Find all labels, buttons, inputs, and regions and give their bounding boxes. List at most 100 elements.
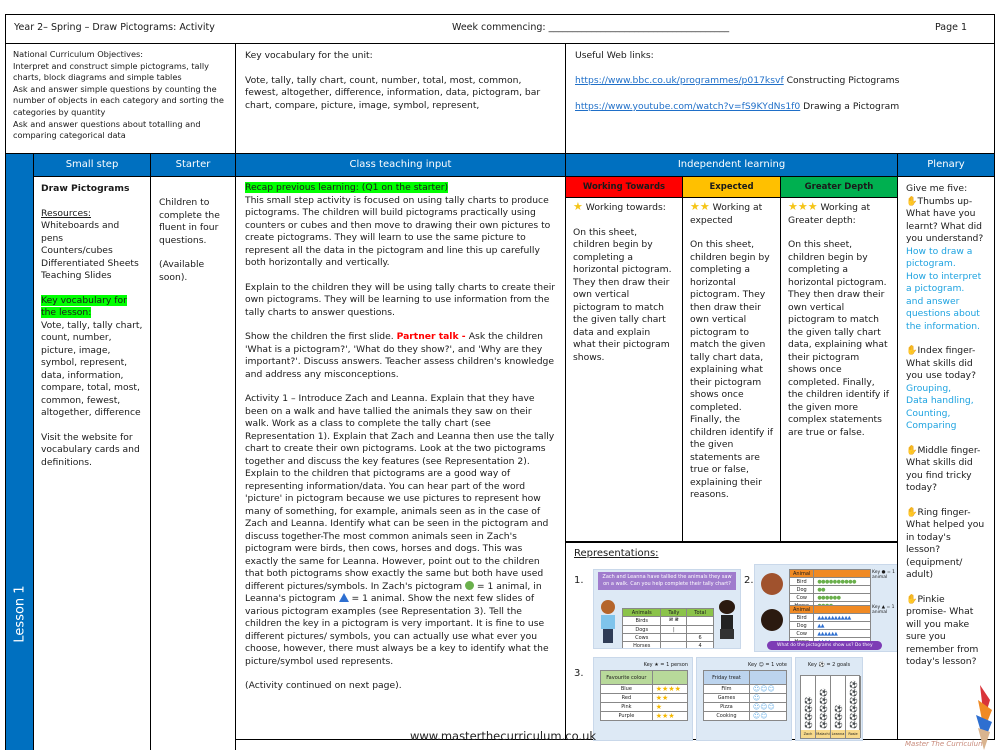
bbc-link-label: Constructing Pictograms bbox=[786, 74, 900, 86]
treat-key: Key ☺ = 1 vote bbox=[747, 662, 787, 668]
continued-note: (Activity continued on next page). bbox=[245, 680, 402, 691]
football-icon: ⚽ bbox=[819, 705, 828, 713]
leanna-face-icon bbox=[761, 609, 783, 631]
table-cell: | bbox=[660, 625, 688, 634]
plenary-question: Index finger- What skills did you use to… bbox=[906, 345, 976, 381]
teaching-paragraph: Activity 1 – Introduce Zach and Leanna. … bbox=[245, 393, 556, 668]
table-header: Total bbox=[686, 608, 714, 617]
plenary-cell: Give me five: ✋ Thumbs up- What have you … bbox=[897, 176, 995, 740]
rep3-goals-image: Key ⚽ = 2 goals ⚽ ⚽ ⚽ ⚽ Zach ⚽ ⚽ ⚽ ⚽ ⚽ Malachi ⚽ ⚽ ⚽ L… bbox=[795, 657, 863, 741]
objective-item: Interpret and construct simple pictogram… bbox=[13, 60, 209, 83]
unit-vocab-heading: Key vocabulary for the unit: bbox=[245, 50, 373, 61]
web-links: Useful Web links: https://www.bbc.co.uk/… bbox=[565, 43, 995, 154]
teaching-paragraph: Show the children the first slide. Partn… bbox=[245, 331, 556, 381]
football-icon: ⚽ bbox=[819, 713, 828, 721]
paragraph-text: = 1 animal. Show the next few slides of … bbox=[245, 593, 549, 667]
category-label: Blue bbox=[600, 684, 653, 694]
rep2-key-triangle: Key ▲ = 1 animal bbox=[872, 605, 895, 615]
football-icon: ⚽ bbox=[834, 713, 843, 721]
football-icon: ⚽ bbox=[819, 721, 828, 729]
pictogram-table: AnimalBird▲▲▲▲▲▲▲▲▲▲Dog▲▲Cow▲▲▲▲▲▲Horse▲… bbox=[788, 605, 871, 646]
table-cell: 4 bbox=[686, 641, 714, 648]
page-number: Page 1 bbox=[935, 22, 968, 33]
table-cell bbox=[686, 616, 714, 626]
lesson-vocab-text: Vote, tally, tally chart, count, number,… bbox=[41, 319, 143, 419]
representations-heading: Representations: bbox=[574, 548, 659, 559]
goals-column: ⚽ ⚽ ⚽ Leanna bbox=[831, 676, 846, 738]
zach-pictogram: AnimalBird●●●●●●●●●●Dog●●Cow●●●●●●Horse●… bbox=[788, 569, 871, 610]
starter-note: (Available soon). bbox=[159, 259, 205, 283]
plenary-ring: ✋Ring finger- What helped you in today's… bbox=[906, 507, 986, 582]
table-header: Animal bbox=[788, 605, 815, 614]
table-header: Favourite colour bbox=[600, 670, 653, 685]
pictogram-symbols: ☺☺☺ bbox=[748, 702, 788, 712]
pictogram-symbols: ▲▲▲▲▲▲▲▲▲▲ bbox=[813, 613, 871, 622]
hand-icon: ✋ bbox=[906, 506, 918, 518]
plenary-middle: ✋Middle finger- What skills did you find… bbox=[906, 445, 986, 495]
football-icon: ⚽ bbox=[849, 697, 858, 705]
bbc-link[interactable]: https://www.bbc.co.uk/programmes/p017ksv… bbox=[575, 75, 784, 86]
web-link-row: https://www.bbc.co.uk/programmes/p017ksv… bbox=[575, 75, 985, 88]
table-cell: 6 bbox=[686, 633, 714, 642]
category-label: Purple bbox=[600, 711, 653, 721]
plenary-intro: Give me five: bbox=[906, 183, 968, 194]
level-working-towards: Working Towards ★ Working towards: On th… bbox=[565, 176, 683, 543]
table-row: Blue ★★★★ bbox=[600, 684, 689, 694]
category-label: Games bbox=[703, 693, 750, 703]
table-header: Friday treat bbox=[703, 670, 750, 685]
football-icon: ⚽ bbox=[819, 697, 828, 705]
resource-item: Counters/cubes bbox=[41, 245, 113, 256]
animal-label: Cow bbox=[788, 629, 815, 638]
rep1-banner: Zach and Leanna have tallied the animals… bbox=[598, 572, 736, 590]
pictogram-symbols: ★★ bbox=[651, 693, 689, 703]
table-cell: 𝍸 𝍸 bbox=[660, 616, 688, 626]
football-icon: ⚽ bbox=[849, 721, 858, 729]
plenary-question: Thumbs up- What have you learnt? What di… bbox=[906, 195, 984, 245]
document-title: Year 2– Spring – Draw Pictograms: Activi… bbox=[14, 22, 215, 33]
small-step-cell: Draw Pictograms Resources: Whiteboards a… bbox=[33, 176, 151, 750]
table-header: Animals bbox=[621, 608, 662, 617]
table-row: Dogs | bbox=[621, 625, 714, 634]
objective-item: Ask and answer simple questions by count… bbox=[13, 83, 224, 117]
football-icon: ⚽ bbox=[804, 721, 813, 729]
table-cell bbox=[660, 633, 688, 642]
colour-key: Key ★ = 1 person bbox=[643, 662, 688, 668]
table-row: Purple ★★★ bbox=[600, 711, 689, 721]
blue-triangle-icon bbox=[338, 593, 349, 602]
treat-pictogram-table: Friday treat Film ☺☺☺ Games ☺ Pizza ☺☺☺ Cookin… bbox=[703, 670, 788, 721]
table-header bbox=[813, 569, 871, 578]
rep3-number: 3. bbox=[574, 668, 584, 679]
header-plenary: Plenary bbox=[897, 153, 995, 177]
football-icon: ⚽ bbox=[834, 721, 843, 729]
teaching-paragraph: Explain to the children they will be usi… bbox=[245, 281, 556, 318]
answer-item: Data handling, bbox=[906, 395, 974, 406]
colour-pictogram-table: Favourite colour Blue ★★★★ Red ★★ Pink ★ Purpl… bbox=[600, 670, 689, 721]
leanna-pictogram: AnimalBird▲▲▲▲▲▲▲▲▲▲Dog▲▲Cow▲▲▲▲▲▲Horse▲… bbox=[788, 605, 871, 646]
plenary-question: Middle finger- What skills did you find … bbox=[906, 444, 981, 494]
resource-item: Differentiated Sheets bbox=[41, 257, 139, 269]
web-link-row: https://www.youtube.com/watch?v=fS9KYdNs… bbox=[575, 101, 985, 114]
pictogram-symbols: ☺ bbox=[748, 693, 788, 703]
goals-column: ⚽ ⚽ ⚽ ⚽ Zach bbox=[801, 676, 816, 738]
unit-vocabulary: Key vocabulary for the unit: Vote, tally… bbox=[235, 43, 566, 154]
rep1-tally-table: Animals Tally Total Birds 𝍸 𝍸 Dogs | Cows 6… bbox=[621, 608, 714, 648]
table-row: Dog ▲▲ bbox=[788, 621, 871, 630]
pictogram-symbols: ●●●●●● bbox=[813, 593, 871, 602]
header-small-step: Small step bbox=[33, 153, 151, 177]
table-header: Animal bbox=[788, 569, 815, 578]
table-row: Bird ●●●●●●●●●● bbox=[788, 577, 871, 586]
youtube-link[interactable]: https://www.youtube.com/watch?v=fS9KYdNs… bbox=[575, 101, 800, 112]
animal-label: Dog bbox=[788, 621, 815, 630]
table-header: Tally bbox=[660, 608, 688, 617]
table-row: Cows 6 bbox=[621, 633, 714, 642]
pictogram-symbols: ▲▲ bbox=[813, 621, 871, 630]
hand-icon: ✋ bbox=[906, 593, 918, 605]
header-independent: Independent learning bbox=[565, 153, 898, 177]
table-row: Red ★★ bbox=[600, 693, 689, 703]
level-greater-depth: Greater Depth ★★★ Working at Greater dep… bbox=[780, 176, 898, 543]
pictogram-symbols: ★★★ bbox=[651, 711, 689, 721]
zach-face-icon bbox=[761, 573, 783, 595]
table-row: Bird ▲▲▲▲▲▲▲▲▲▲ bbox=[788, 613, 871, 622]
lesson-bar: Lesson 1 bbox=[5, 153, 34, 750]
football-icon: ⚽ bbox=[819, 689, 828, 697]
